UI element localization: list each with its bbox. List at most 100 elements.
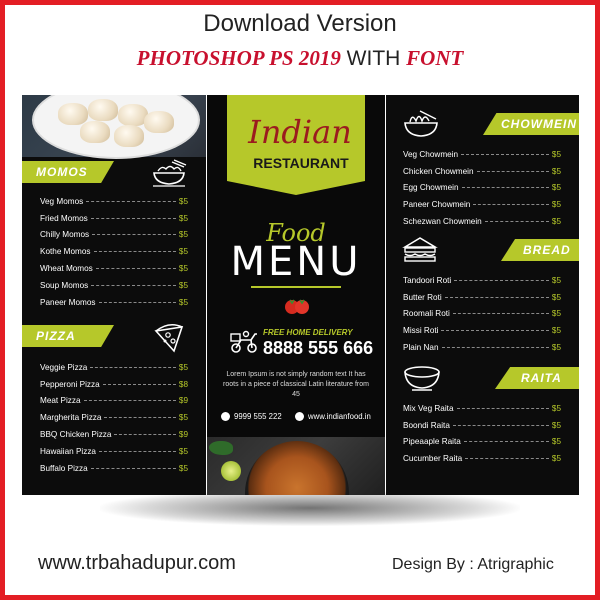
item-price: $5 bbox=[178, 413, 188, 423]
noodle-bowl-icon bbox=[404, 110, 438, 137]
list-item: Plain Nan $5 bbox=[403, 339, 561, 356]
item-price: $5 bbox=[551, 149, 561, 159]
dotted-leader bbox=[441, 347, 549, 349]
list-item: Pipeaaple Raita $5 bbox=[403, 434, 561, 451]
item-price: $5 bbox=[551, 420, 561, 430]
noodles-photo bbox=[207, 437, 385, 495]
item-price: $5 bbox=[551, 326, 561, 336]
title-underline bbox=[251, 286, 341, 288]
website-footer[interactable]: www.trbahadupur.com bbox=[38, 552, 236, 575]
globe-icon bbox=[295, 412, 304, 421]
list-item: Roomali Roti $5 bbox=[403, 306, 561, 323]
menu-title: MENU bbox=[230, 239, 362, 285]
list-item: Hawaiian Pizza $5 bbox=[40, 443, 188, 460]
blurb-text: Lorem Ipsum is not simply random text It… bbox=[223, 371, 369, 398]
item-name: Chicken Chowmein bbox=[403, 166, 474, 176]
pizza-icon bbox=[154, 323, 184, 353]
list-item: Boondi Raita $5 bbox=[403, 417, 561, 434]
dumpling bbox=[114, 125, 144, 147]
dotted-leader bbox=[104, 417, 176, 419]
list-item: Soup Momos $5 bbox=[40, 277, 188, 294]
contact-phone: 9999 555 222 bbox=[221, 412, 282, 421]
item-price: $5 bbox=[551, 292, 561, 302]
item-name: Roomali Roti bbox=[403, 309, 450, 319]
dotted-leader bbox=[484, 221, 549, 223]
item-price: $5 bbox=[178, 230, 188, 240]
list-item: Buffalo Pizza $5 bbox=[40, 460, 188, 477]
item-price: $5 bbox=[178, 264, 188, 274]
item-name: Tandoori Roti bbox=[403, 275, 452, 285]
brand-script: Indian bbox=[248, 113, 352, 151]
list-item: Meat Pizza $9 bbox=[40, 393, 188, 410]
soup-bowl-icon bbox=[404, 366, 440, 391]
dumpling bbox=[58, 103, 88, 125]
item-price: $5 bbox=[551, 343, 561, 353]
item-price: $5 bbox=[551, 217, 561, 227]
momos-list: Veg Momos $5 Fried Momos $5 Chilly Momos $5… bbox=[40, 193, 188, 311]
item-name: BBQ Chicken Pizza bbox=[40, 430, 112, 440]
item-name: Paneer Momos bbox=[40, 297, 96, 307]
tomato-icon bbox=[285, 299, 309, 314]
item-price: $5 bbox=[178, 280, 188, 290]
contact-web-text: www.indianfood.in bbox=[308, 412, 371, 421]
list-item: Paneer Chowmein $5 bbox=[403, 196, 561, 213]
dotted-leader bbox=[91, 284, 176, 286]
item-name: Chilly Momos bbox=[40, 230, 90, 240]
herb-garnish bbox=[209, 441, 233, 455]
item-name: Veg Chowmein bbox=[403, 149, 459, 159]
item-price: $5 bbox=[178, 362, 188, 372]
item-name: Buffalo Pizza bbox=[40, 463, 88, 473]
delivery-phone: 8888 555 666 bbox=[263, 338, 374, 358]
item-price: $5 bbox=[178, 213, 188, 223]
dotted-leader bbox=[90, 467, 176, 469]
item-name: Egg Chowmein bbox=[403, 183, 459, 193]
item-name: Plain Nan bbox=[403, 343, 439, 353]
dotted-leader bbox=[86, 200, 176, 202]
item-price: $5 bbox=[178, 463, 188, 473]
raita-section-title: RAITA bbox=[495, 367, 579, 389]
right-panel: CHOWMEIN Veg Chowmein $5 Chicken Chowmein… bbox=[386, 95, 579, 495]
item-name: Pipeaaple Raita bbox=[403, 437, 461, 447]
item-price: $9 bbox=[178, 430, 188, 440]
item-name: Missi Roti bbox=[403, 326, 439, 336]
dotted-leader bbox=[98, 301, 176, 303]
list-item: Tandoori Roti $5 bbox=[403, 272, 561, 289]
delivery-label: FREE HOME DELIVERY bbox=[263, 328, 353, 337]
dotted-leader bbox=[98, 450, 176, 452]
chowmein-list: Veg Chowmein $5 Chicken Chowmein $5 Egg Ch… bbox=[403, 146, 561, 230]
dotted-leader bbox=[465, 458, 549, 460]
item-name: Margherita Pizza bbox=[40, 413, 102, 423]
middle-panel: Indian RESTAURANT Food MENU FREE HOME DE… bbox=[207, 95, 385, 495]
list-item: Missi Roti $5 bbox=[403, 322, 561, 339]
momos-photo bbox=[22, 95, 206, 159]
list-item: Wheat Momos $5 bbox=[40, 260, 188, 277]
list-item: Chilly Momos $5 bbox=[40, 227, 188, 244]
list-item: Mix Veg Raita $5 bbox=[403, 400, 561, 417]
item-name: Veg Momos bbox=[40, 196, 84, 206]
list-item: Veg Chowmein $5 bbox=[403, 146, 561, 163]
raita-list: Mix Veg Raita $5 Boondi Raita $5 Pipeaaple… bbox=[403, 400, 561, 467]
dotted-leader bbox=[444, 296, 549, 298]
bread-list: Tandoori Roti $5 Butter Roti $5 Roomali Ro… bbox=[403, 272, 561, 356]
dotted-leader bbox=[90, 217, 176, 219]
contact-web: www.indianfood.in bbox=[295, 412, 371, 421]
design-credit: Design By : Atrigraphic bbox=[392, 556, 554, 573]
sandwich-icon bbox=[402, 237, 438, 262]
dotted-leader bbox=[463, 441, 549, 443]
list-item: Veg Momos $5 bbox=[40, 193, 188, 210]
item-name: Paneer Chowmein bbox=[403, 200, 471, 210]
item-name: Pepperoni Pizza bbox=[40, 379, 100, 389]
item-name: Fried Momos bbox=[40, 213, 88, 223]
dotted-leader bbox=[461, 153, 549, 155]
dotted-leader bbox=[461, 187, 549, 189]
item-name: Veggie Pizza bbox=[40, 362, 88, 372]
dotted-leader bbox=[83, 400, 176, 402]
item-name: Meat Pizza bbox=[40, 396, 81, 406]
dumpling bbox=[80, 121, 110, 143]
photoshop-heading: PHOTOSHOP PS 2019 WITH FONT bbox=[0, 46, 600, 71]
font-label: FONT bbox=[406, 46, 464, 70]
list-item: Schezwan Chowmein $5 bbox=[403, 213, 561, 230]
dotted-leader bbox=[452, 313, 549, 315]
item-name: Butter Roti bbox=[403, 292, 442, 302]
chowmein-section-title: CHOWMEIN bbox=[483, 113, 579, 135]
